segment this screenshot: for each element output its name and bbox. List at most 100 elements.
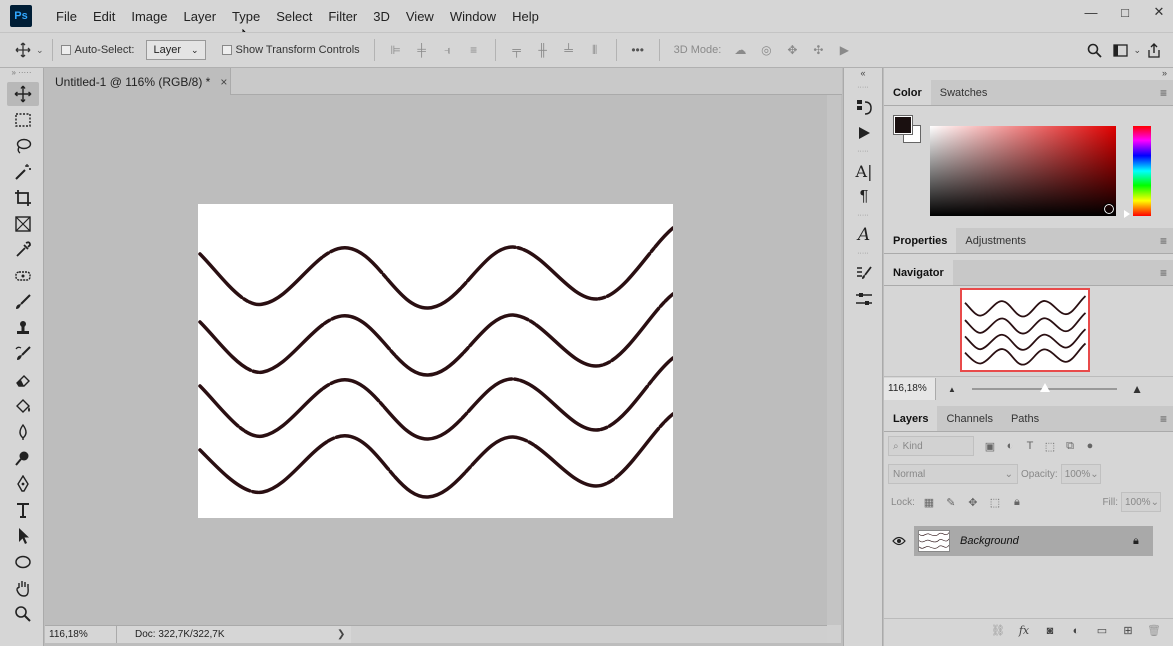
distribute-vertical-icon[interactable]: ≡ [461,39,487,61]
delete-layer-icon[interactable]: 🗑︎ [1145,622,1163,640]
menu-filter[interactable]: Filter [320,9,365,24]
panel-menu-icon[interactable]: ≡ [1160,412,1167,426]
tab-properties[interactable]: Properties [884,228,957,253]
path-selection-tool-icon[interactable] [7,524,39,548]
new-layer-icon[interactable]: ⊞ [1119,622,1137,640]
navigator-zoom-input[interactable]: 116,18% [884,377,936,400]
add-mask-icon[interactable]: ◙ [1041,622,1059,640]
layer-style-fx-icon[interactable]: fx [1015,622,1033,640]
opacity-input[interactable]: 100% ⌄ [1060,464,1101,484]
status-zoom[interactable]: 116,18% [45,626,117,643]
search-icon[interactable] [1081,39,1107,61]
navigator-thumbnail[interactable] [960,288,1090,372]
document-canvas[interactable] [198,204,673,518]
clone-stamp-tool-icon[interactable] [7,316,39,340]
zoom-in-icon[interactable]: ▲ [1131,382,1143,396]
layer-row[interactable]: Background 🔒︎ [884,526,1173,556]
tab-color[interactable]: Color [884,80,931,105]
panel-collapse-icon[interactable]: » ····· [0,68,43,80]
align-left-icon[interactable]: ⊫ [383,39,409,61]
panel-menu-icon[interactable]: ≡ [1160,86,1167,100]
lasso-tool-icon[interactable] [7,134,39,158]
blur-tool-icon[interactable] [7,420,39,444]
hue-slider-marker[interactable] [1124,210,1130,218]
menu-help[interactable]: Help [504,9,547,24]
workspace-icon[interactable] [1107,39,1133,61]
lock-transparent-icon[interactable]: ▦ [918,492,940,512]
vertical-scrollbar[interactable] [827,95,841,625]
link-layers-icon[interactable]: ⛓ [989,622,1007,640]
3d-roll-icon[interactable]: ◎ [753,39,779,61]
filter-pixel-icon[interactable]: ▣ [980,436,1000,456]
actions-panel-icon[interactable] [844,120,884,146]
3d-orbit-icon[interactable]: ☁ [727,39,753,61]
brushes-panel-icon[interactable] [844,286,884,312]
foreground-background-swatches[interactable] [893,115,922,144]
3d-drag-icon[interactable]: ✥ [779,39,805,61]
align-right-icon[interactable]: ⫣ [435,39,461,61]
filter-adjustment-icon[interactable]: ◐ [1000,436,1020,456]
character-panel-icon[interactable]: A| [844,158,884,184]
move-tool-preset-icon[interactable] [10,39,36,61]
distribute-horizontal-icon[interactable]: ⦀ [582,39,608,61]
filter-shape-icon[interactable]: ⬚ [1040,436,1060,456]
menu-image[interactable]: Image [123,9,175,24]
panel-menu-icon[interactable]: ≡ [1160,234,1167,248]
fill-input[interactable]: 100% ⌄ [1121,492,1161,512]
document-tab[interactable]: Untitled-1 @ 116% (RGB/8) * × [45,68,231,95]
brush-tool-icon[interactable] [7,290,39,314]
visibility-eye-icon[interactable] [884,526,914,556]
menu-select[interactable]: Select [268,9,320,24]
lock-position-icon[interactable]: ✥ [962,492,984,512]
zoom-out-icon[interactable]: ▲ [948,385,956,394]
tab-layers[interactable]: Layers [884,406,938,431]
align-bottom-icon[interactable]: ╧ [556,39,582,61]
color-saturation-field[interactable] [930,126,1116,216]
tab-paths[interactable]: Paths [1002,406,1048,431]
menu-3d[interactable]: 3D [365,9,398,24]
move-tool-icon[interactable] [7,82,39,106]
3d-slide-icon[interactable]: ✣ [805,39,831,61]
dodge-tool-icon[interactable] [7,446,39,470]
tab-channels[interactable]: Channels [937,406,1001,431]
3d-video-icon[interactable]: ▶ [831,39,857,61]
close-icon[interactable]: × [220,75,227,89]
maximize-button[interactable]: □ [1111,0,1139,24]
adjustment-layer-icon[interactable]: ◐ [1067,622,1085,640]
spot-healing-tool-icon[interactable] [7,264,39,288]
paragraph-panel-icon[interactable]: ¶ [844,184,884,210]
eyedropper-tool-icon[interactable] [7,238,39,262]
tab-adjustments[interactable]: Adjustments [956,228,1035,253]
lock-artboard-icon[interactable]: ⬚ [984,492,1006,512]
navigator-zoom-handle[interactable] [1040,383,1050,392]
share-icon[interactable] [1141,39,1167,61]
lock-pixels-icon[interactable]: ✎ [940,492,962,512]
frame-tool-icon[interactable] [7,212,39,236]
align-middle-icon[interactable]: ╫ [530,39,556,61]
filter-toggle-icon[interactable]: ● [1080,436,1100,456]
color-picker-cursor[interactable] [1103,203,1115,215]
align-top-icon[interactable]: ╤ [504,39,530,61]
blend-mode-dropdown[interactable]: Normal ⌄ [888,464,1018,484]
history-brush-tool-icon[interactable] [7,342,39,366]
chevron-down-icon[interactable]: ⌄ [1133,45,1141,56]
magic-wand-tool-icon[interactable] [7,160,39,184]
lock-all-icon[interactable]: 🔒︎ [1006,492,1028,512]
rectangular-marquee-tool-icon[interactable] [7,108,39,132]
menu-view[interactable]: View [398,9,442,24]
auto-select-target-dropdown[interactable]: Layer ⌄ [146,40,206,60]
hue-slider[interactable] [1133,126,1151,216]
close-button[interactable]: ✕ [1145,0,1173,24]
pen-tool-icon[interactable] [7,472,39,496]
foreground-color-swatch[interactable] [893,115,913,135]
status-menu-arrow-icon[interactable]: ❯ [337,629,345,640]
paint-bucket-tool-icon[interactable] [7,394,39,418]
chevron-down-icon[interactable]: ⌄ [36,45,44,56]
brush-settings-panel-icon[interactable] [844,260,884,286]
crop-tool-icon[interactable] [7,186,39,210]
zoom-tool-icon[interactable] [7,602,39,626]
menu-file[interactable]: File [48,9,85,24]
filter-type-icon[interactable]: T [1020,436,1040,456]
show-transform-checkbox[interactable] [221,45,232,55]
eraser-tool-icon[interactable] [7,368,39,392]
